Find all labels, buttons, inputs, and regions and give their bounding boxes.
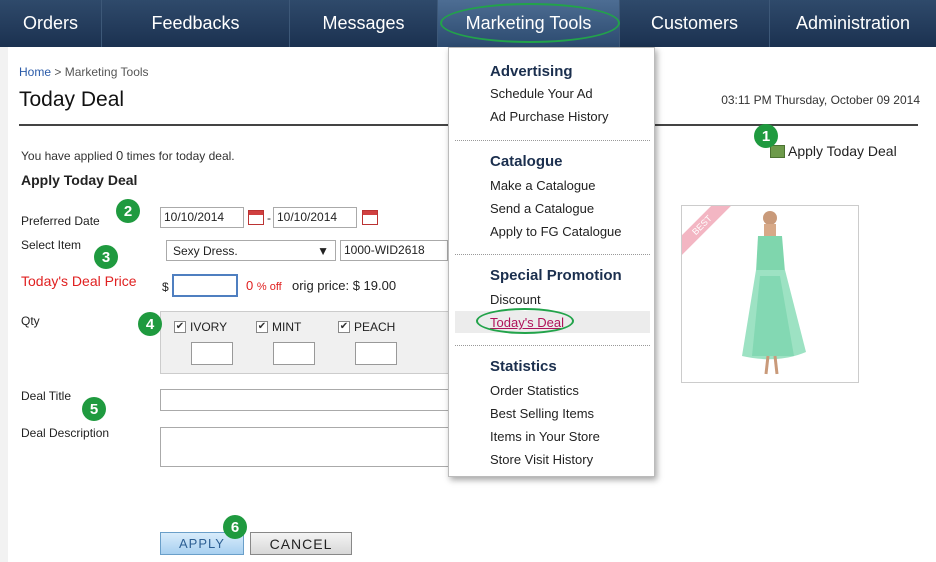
qty-label: Qty <box>21 314 40 328</box>
callout-badge-1: 1 <box>754 124 778 148</box>
dress-illustration <box>742 211 806 375</box>
form-heading: Apply Today Deal <box>21 172 138 188</box>
dropdown-divider <box>455 254 650 255</box>
checkbox-peach[interactable]: ✔ <box>338 321 350 333</box>
deal-price-label: Today's Deal Price <box>21 273 137 289</box>
checkbox-ivory[interactable]: ✔ <box>174 321 186 333</box>
nav-marketing-tools[interactable]: Marketing Tools <box>438 0 620 47</box>
menu-item-make-catalogue[interactable]: Make a Catalogue <box>490 178 596 193</box>
nav-administration[interactable]: Administration <box>770 0 936 47</box>
qty-input-peach[interactable] <box>355 342 397 365</box>
menu-item-store-visit-history[interactable]: Store Visit History <box>490 452 593 467</box>
deal-title-label: Deal Title <box>21 389 72 403</box>
menu-item-discount[interactable]: Discount <box>490 292 541 307</box>
discount-display: 0 % off <box>246 278 282 293</box>
breadcrumb-home-link[interactable]: Home <box>19 65 51 79</box>
breadcrumb-current: Marketing Tools <box>64 65 149 79</box>
callout-badge-3: 3 <box>94 245 118 269</box>
color-option-peach[interactable]: ✔ PEACH <box>338 320 395 334</box>
select-item-dropdown[interactable]: Sexy Dress. ▼ <box>166 240 336 261</box>
nav-orders[interactable]: Orders <box>0 0 102 47</box>
breadcrumb-separator: > <box>54 65 62 79</box>
color-option-ivory[interactable]: ✔ IVORY <box>174 320 227 334</box>
deal-description-label: Deal Description <box>21 426 110 440</box>
deal-price-input[interactable] <box>172 274 238 297</box>
page-title: Today Deal <box>19 88 125 111</box>
calendar-icon-to[interactable] <box>362 210 378 225</box>
select-item-label: Select Item <box>21 238 82 252</box>
applied-note-prefix: You have applied <box>21 149 113 163</box>
menu-item-order-statistics[interactable]: Order Statistics <box>490 383 579 398</box>
discount-value: 0 <box>246 278 254 293</box>
callout-badge-5: 5 <box>82 397 106 421</box>
add-deal-icon <box>770 144 785 158</box>
marketing-tools-dropdown: Advertising Schedule Your Ad Ad Purchase… <box>448 47 655 477</box>
item-code-input[interactable]: 1000-WID2618 <box>340 240 448 261</box>
original-price: orig price: $ 19.00 <box>292 278 397 293</box>
dropdown-group-special-promotion: Special Promotion <box>490 267 622 284</box>
applied-count-value: 0 <box>115 148 124 163</box>
discount-text: % off <box>256 281 282 293</box>
callout-badge-2: 2 <box>116 199 140 223</box>
nav-customers[interactable]: Customers <box>620 0 770 47</box>
nav-messages[interactable]: Messages <box>290 0 438 47</box>
cancel-button[interactable]: CANCEL <box>250 532 352 555</box>
color-option-mint[interactable]: ✔ MINT <box>256 320 301 334</box>
date-to-input[interactable]: 10/10/2014 <box>273 207 357 228</box>
apply-today-deal-label: Apply Today Deal <box>788 143 897 159</box>
nav-feedbacks[interactable]: Feedbacks <box>102 0 290 47</box>
applied-note-suffix: times for today deal. <box>126 149 235 163</box>
calendar-icon-from[interactable] <box>248 210 264 225</box>
product-image: BEST <box>681 205 859 383</box>
dropdown-divider <box>455 345 650 346</box>
color-label-peach: PEACH <box>354 320 396 334</box>
chevron-down-icon: ▼ <box>317 244 329 258</box>
callout-badge-4: 4 <box>138 312 162 336</box>
date-separator: - <box>267 211 271 225</box>
menu-item-schedule-ad[interactable]: Schedule Your Ad <box>490 86 593 101</box>
dropdown-divider <box>455 140 650 141</box>
apply-today-deal-link[interactable]: Apply Today Deal <box>770 143 897 159</box>
callout-badge-6: 6 <box>223 515 247 539</box>
select-item-value: Sexy Dress. <box>173 244 238 258</box>
menu-item-send-catalogue[interactable]: Send a Catalogue <box>490 201 594 216</box>
menu-item-items-in-store[interactable]: Items in Your Store <box>490 429 600 444</box>
menu-item-best-selling-items[interactable]: Best Selling Items <box>490 406 594 421</box>
dropdown-group-advertising: Advertising <box>490 63 573 80</box>
checkbox-mint[interactable]: ✔ <box>256 321 268 333</box>
deal-description-input[interactable] <box>160 427 460 467</box>
top-navigation: Orders Feedbacks Messages Marketing Tool… <box>0 0 936 47</box>
dropdown-group-statistics: Statistics <box>490 358 557 375</box>
color-label-ivory: IVORY <box>190 320 228 334</box>
currency-symbol: $ <box>162 280 169 294</box>
date-from-input[interactable]: 10/10/2014 <box>160 207 244 228</box>
breadcrumb: Home > Marketing Tools <box>19 65 149 79</box>
preferred-date-label: Preferred Date <box>21 214 100 228</box>
menu-item-ad-purchase-history[interactable]: Ad Purchase History <box>490 109 609 124</box>
current-datetime: 03:11 PM Thursday, October 09 2014 <box>721 93 920 107</box>
menu-item-apply-fg-catalogue[interactable]: Apply to FG Catalogue <box>490 224 622 239</box>
qty-input-mint[interactable] <box>273 342 315 365</box>
menu-item-todays-deal[interactable]: Today's Deal <box>490 315 564 330</box>
dropdown-group-catalogue: Catalogue <box>490 153 563 170</box>
qty-input-ivory[interactable] <box>191 342 233 365</box>
deal-title-input[interactable] <box>160 389 460 411</box>
color-label-mint: MINT <box>272 320 302 334</box>
applied-count-note: You have applied 0 times for today deal. <box>21 148 235 163</box>
